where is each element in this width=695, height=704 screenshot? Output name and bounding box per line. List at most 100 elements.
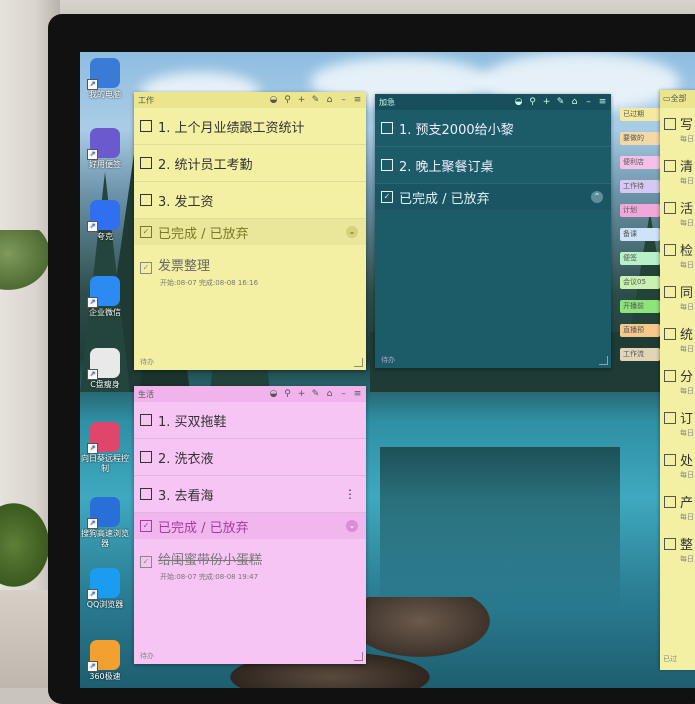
chevron-down-icon[interactable]: ⌄ (346, 226, 358, 238)
tag-chip[interactable]: 开播前 (620, 300, 660, 313)
shirt-icon[interactable]: ⌂ (325, 95, 334, 105)
minimize-icon[interactable]: – (339, 95, 348, 105)
checkbox[interactable] (664, 286, 676, 298)
todo-item[interactable]: 产每日 (660, 486, 695, 528)
note-header[interactable]: ▭全部 (660, 90, 695, 108)
todo-item[interactable]: 2. 统计员工考勤 (134, 145, 366, 182)
todo-item[interactable]: 活每日 (660, 192, 695, 234)
add-icon[interactable]: + (542, 97, 551, 107)
todo-item[interactable]: 2. 洗衣液 (134, 439, 366, 476)
tag-chip[interactable]: 备课 (620, 228, 660, 241)
chevron-down-icon[interactable]: ⌄ (346, 520, 358, 532)
todo-item[interactable]: 检每日 (660, 234, 695, 276)
checkbox[interactable] (664, 538, 676, 550)
menu-icon[interactable]: ≡ (598, 97, 607, 107)
checkbox[interactable] (140, 194, 152, 206)
minimize-icon[interactable]: – (584, 97, 593, 107)
todo-item[interactable]: 同每日 (660, 276, 695, 318)
checkbox[interactable] (664, 118, 676, 130)
note-header[interactable]: 工作 ◒ ⚲ + ✎ ⌂ – ≡ (134, 92, 366, 108)
checkbox[interactable] (664, 370, 676, 382)
todo-item[interactable]: 3. 去看海 ⋮ (134, 476, 366, 513)
desktop-icon[interactable]: ↗ C盘瘦身 (80, 348, 130, 390)
more-vertical-icon[interactable]: ⋮ (344, 487, 356, 501)
theme-icon[interactable]: ◒ (269, 389, 278, 399)
tag-chip[interactable]: 工作流 (620, 348, 660, 361)
todo-item[interactable]: 处每日 (660, 444, 695, 486)
checkbox[interactable] (664, 328, 676, 340)
sticky-note-all[interactable]: ▭全部 写每日清每日活每日检每日同每日统每日分每日订每日处每日产每日整每日 已过 (660, 90, 695, 670)
pin-icon[interactable]: ✎ (311, 95, 320, 105)
resize-handle[interactable] (599, 356, 608, 365)
todo-item[interactable]: 2. 晚上聚餐订桌 (375, 147, 611, 184)
desktop-icon[interactable]: ↗ 搜狗高速浏览器 (80, 497, 130, 549)
checkbox[interactable] (664, 160, 676, 172)
theme-icon[interactable]: ◒ (269, 95, 278, 105)
checkbox[interactable] (664, 244, 676, 256)
tag-chip[interactable]: 工作待 (620, 180, 660, 193)
desktop-icon[interactable]: ↗ 向日葵远程控制 (80, 422, 130, 474)
checkbox[interactable] (664, 454, 676, 466)
todo-item[interactable]: 清每日 (660, 150, 695, 192)
completed-item[interactable]: ✓ 发票整理 开始:08-07 完成:08-08 16:16 (134, 245, 366, 288)
todo-item[interactable]: 写每日 (660, 108, 695, 150)
todo-item[interactable]: 整每日 (660, 528, 695, 570)
add-icon[interactable]: + (297, 389, 306, 399)
menu-icon[interactable]: ≡ (353, 389, 362, 399)
checkbox[interactable] (664, 202, 676, 214)
theme-icon[interactable]: ◒ (514, 97, 523, 107)
sticky-note-life[interactable]: 生活 ◒ ⚲ + ✎ ⌂ – ≡ 1. 买双拖鞋 2. 洗衣液 3. 去看海 ⋮… (134, 386, 366, 664)
completed-item[interactable]: ✓ 给闺蜜带份小蛋糕 开始:08-07 完成:08-08 19:47 (134, 539, 366, 582)
minimize-icon[interactable]: – (339, 389, 348, 399)
sticky-note-urgent[interactable]: 加急 ◒ ⚲ + ✎ ⌂ – ≡ 1. 预支2000给小黎 2. 晚上聚餐订桌 … (375, 94, 611, 368)
desktop-icon[interactable]: ↗ 360极速 (80, 640, 130, 682)
tag-chip[interactable]: 要做的 (620, 132, 660, 145)
search-icon[interactable]: ⚲ (528, 97, 537, 107)
todo-item[interactable]: 分每日 (660, 360, 695, 402)
desktop-icon[interactable]: ↗ 我的电脑 (80, 58, 130, 100)
sticky-note-work[interactable]: 工作 ◒ ⚲ + ✎ ⌂ – ≡ 1. 上个月业绩跟工资统计 2. 统计员工考勤… (134, 92, 366, 370)
checkbox[interactable] (140, 120, 152, 132)
todo-item[interactable]: 1. 上个月业绩跟工资统计 (134, 108, 366, 145)
tag-chip[interactable]: 直播预 (620, 324, 660, 337)
todo-item[interactable]: 1. 买双拖鞋 (134, 402, 366, 439)
checkbox[interactable] (664, 412, 676, 424)
completed-section-toggle[interactable]: ✓ 已完成 / 已放弃 ⌃ (375, 184, 611, 210)
checkbox[interactable] (381, 159, 393, 171)
checkbox[interactable] (664, 496, 676, 508)
tag-chip[interactable]: 便利店 (620, 156, 660, 169)
completed-section-toggle[interactable]: ✓ 已完成 / 已放弃 ⌄ (134, 219, 366, 245)
note-header[interactable]: 加急 ◒ ⚲ + ✎ ⌂ – ≡ (375, 94, 611, 110)
resize-handle[interactable] (354, 358, 363, 367)
checkbox[interactable] (140, 451, 152, 463)
shirt-icon[interactable]: ⌂ (570, 97, 579, 107)
add-icon[interactable]: + (297, 95, 306, 105)
checkbox[interactable] (140, 157, 152, 169)
checkbox[interactable] (140, 414, 152, 426)
desktop-icon[interactable]: ↗ 好用便签 (80, 128, 130, 170)
note-header[interactable]: 生活 ◒ ⚲ + ✎ ⌂ – ≡ (134, 386, 366, 402)
search-icon[interactable]: ⚲ (283, 95, 292, 105)
checked-icon[interactable]: ✓ (140, 556, 152, 568)
checked-icon[interactable]: ✓ (140, 262, 152, 274)
pin-icon[interactable]: ✎ (556, 97, 565, 107)
todo-item[interactable]: 1. 预支2000给小黎 (375, 110, 611, 147)
desktop-icon[interactable]: ↗ 夸克 (80, 200, 130, 242)
todo-item[interactable]: 订每日 (660, 402, 695, 444)
checkbox[interactable] (140, 488, 152, 500)
checkbox[interactable] (381, 122, 393, 134)
resize-handle[interactable] (354, 652, 363, 661)
desktop-icon[interactable]: ↗ 企业微信 (80, 276, 130, 318)
desktop-icon[interactable]: ↗ QQ浏览器 (80, 568, 130, 610)
search-icon[interactable]: ⚲ (283, 389, 292, 399)
chevron-up-icon[interactable]: ⌃ (591, 191, 603, 203)
todo-item[interactable]: 3. 发工资 (134, 182, 366, 219)
tag-chip[interactable]: 会议05 (620, 276, 660, 289)
tag-chip[interactable]: 计划 (620, 204, 660, 217)
menu-icon[interactable]: ≡ (353, 95, 362, 105)
tag-chip[interactable]: 已过期 (620, 108, 660, 121)
pin-icon[interactable]: ✎ (311, 389, 320, 399)
shirt-icon[interactable]: ⌂ (325, 389, 334, 399)
tag-chip[interactable]: 便签 (620, 252, 660, 265)
completed-section-toggle[interactable]: ✓ 已完成 / 已放弃 ⌄ (134, 513, 366, 539)
